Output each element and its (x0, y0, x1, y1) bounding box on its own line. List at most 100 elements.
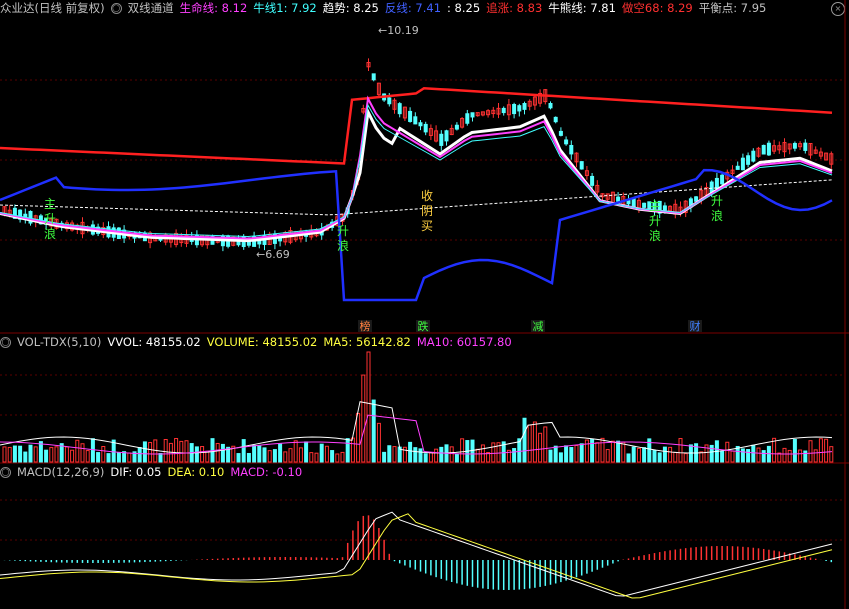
volume-bar (28, 444, 33, 463)
candle-body (564, 139, 569, 145)
volume-bar (709, 444, 714, 463)
candle-body (751, 150, 756, 162)
candle-body (714, 177, 719, 189)
volume-bar (616, 440, 621, 463)
candle-body (454, 124, 459, 130)
volume-bar (70, 449, 75, 463)
volume-bar (184, 440, 189, 463)
volume-bar (574, 445, 579, 463)
volume-bar (662, 446, 667, 463)
candle-body (590, 175, 595, 186)
volume-bar (278, 443, 283, 463)
candle-body (803, 142, 808, 151)
volume-bar (272, 449, 277, 463)
volume-bar (772, 437, 777, 463)
candle-body (423, 123, 428, 133)
volume-bar (262, 447, 267, 463)
candle-body (720, 174, 725, 185)
candle-body (387, 97, 392, 105)
volume-bar (668, 446, 673, 463)
volume-bar (106, 453, 111, 463)
volume-bar (361, 374, 366, 463)
volume-bar (626, 453, 631, 463)
volume-bar (330, 450, 335, 463)
volume-bar (798, 449, 803, 463)
candle-body (444, 130, 449, 142)
volume-bar (756, 447, 761, 463)
event-tag: 榜 (360, 319, 371, 333)
volume-bar (2, 446, 7, 463)
volume-bar (241, 439, 246, 463)
volume-bar (600, 437, 605, 463)
volume-bar (335, 453, 340, 463)
volume-bar (454, 453, 459, 463)
volume-bar (642, 447, 647, 463)
signal-label: 升 (44, 212, 56, 226)
volume-bar (90, 438, 95, 463)
candle-body (465, 113, 470, 124)
volume-bar (746, 449, 751, 463)
volume-bar (387, 445, 392, 463)
volume-bar (610, 440, 615, 463)
candle-body (501, 107, 506, 114)
trend-line (0, 106, 833, 243)
volume-bar (449, 446, 454, 463)
volume-bar (590, 438, 595, 463)
event-tag: 跌 (418, 319, 429, 333)
volume-bar (267, 450, 272, 463)
volume-bar (356, 412, 361, 463)
volume-bar (392, 446, 397, 463)
volume-bar (434, 448, 439, 463)
volume-bar (595, 442, 600, 463)
volume-bar (298, 447, 303, 463)
candle-body (569, 144, 574, 155)
candle-body (548, 102, 553, 109)
candle-body (694, 196, 699, 202)
volume-bar (564, 445, 569, 463)
volume-bar (725, 441, 730, 463)
volume-bar (111, 439, 116, 463)
volume-bar (408, 441, 413, 463)
candle-body (616, 196, 621, 202)
volume-bar (64, 446, 69, 463)
volume-bar (699, 451, 704, 463)
volume-bar (33, 446, 38, 463)
candle-body (413, 116, 418, 125)
volume-bar (236, 453, 241, 463)
volume-bar (460, 438, 465, 463)
event-tag: 减 (533, 320, 544, 333)
candle-body (761, 144, 766, 155)
volume-bar (49, 447, 54, 463)
volume-bar (75, 439, 80, 463)
volume-bar (751, 444, 756, 463)
signal-label: 浪 (44, 226, 56, 241)
volume-bar (553, 445, 558, 463)
volume-bar (475, 448, 480, 463)
signal-label: 浪 (337, 238, 349, 253)
candle-body (517, 105, 522, 112)
signal-label: 阴 (421, 204, 433, 218)
volume-bar (605, 449, 610, 463)
volume-bar (148, 442, 153, 463)
candle-body (792, 142, 797, 149)
volume-bar (7, 446, 12, 463)
signal-label: 升 (649, 214, 661, 228)
volume-bar (96, 452, 101, 463)
candle-body (512, 104, 517, 115)
candle-body (522, 103, 527, 110)
volume-bar (158, 453, 163, 463)
volume-bar (319, 443, 324, 463)
long-ma-line (0, 86, 833, 165)
volume-bar (824, 438, 829, 463)
volume-bar (220, 443, 225, 463)
volume-bar (636, 447, 641, 463)
volume-bar (371, 399, 376, 463)
volume-bar (584, 439, 589, 463)
stock-chart-canvas[interactable]: ←10.19←6.69主升浪 升浪收阴买主升浪升浪榜跌减财 (0, 0, 849, 609)
signal-label: 升 (337, 224, 349, 238)
volume-bar (116, 452, 121, 463)
candle-body (746, 155, 751, 165)
volume-bar (543, 426, 548, 463)
volume-bar (548, 449, 553, 463)
volume-bar (657, 452, 662, 463)
